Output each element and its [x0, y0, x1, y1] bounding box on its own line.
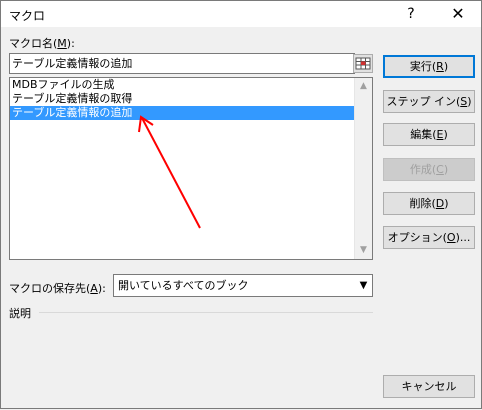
scroll-down-icon[interactable]: ▼ [355, 242, 372, 259]
macros-in-label-mnemonic: A [90, 282, 98, 295]
range-select-icon [355, 57, 371, 70]
collapse-dialog-button[interactable] [353, 54, 373, 73]
run-button-label: 実行( [409, 60, 437, 73]
macros-in-label-prefix: マクロの保存先( [9, 282, 91, 295]
delete-button-mnemonic: D [435, 197, 445, 210]
step-into-button-suffix: ) [467, 95, 472, 108]
macros-in-label-suffix: ): [97, 282, 106, 295]
macro-name-label-prefix: マクロ名( [9, 37, 58, 50]
list-item[interactable]: MDBファイルの生成 [10, 78, 356, 92]
help-button[interactable]: ? [399, 4, 423, 24]
list-scrollbar[interactable]: ▲ ▼ [354, 78, 372, 259]
run-button-mnemonic: R [436, 60, 444, 73]
macros-in-value: 開いているすべてのブック [118, 279, 249, 292]
window-title: マクロ [9, 9, 46, 23]
options-button-label: オプション( [387, 231, 447, 244]
macro-name-input[interactable]: テーブル定義情報の追加 [9, 53, 355, 74]
create-button-suffix: ) [443, 163, 449, 176]
run-button-suffix: ) [443, 60, 449, 73]
chevron-down-icon[interactable]: ▼ [355, 275, 372, 296]
macros-in-dropdown[interactable]: 開いているすべてのブック ▼ [113, 274, 373, 297]
list-item-selected[interactable]: テーブル定義情報の追加 [10, 106, 356, 120]
delete-button-suffix: ) [444, 197, 449, 210]
edit-button-label: 編集( [410, 128, 437, 141]
edit-button-suffix: ) [443, 128, 448, 141]
options-button-suffix: )... [455, 231, 471, 244]
macro-name-label-suffix: ): [66, 37, 75, 50]
step-into-button[interactable]: ステップ イン(S) [383, 90, 475, 113]
macro-name-label: マクロ名(M): [9, 35, 75, 51]
macros-in-label: マクロの保存先(A): [9, 280, 106, 296]
macro-listbox[interactable]: MDBファイルの生成 テーブル定義情報の取得 テーブル定義情報の追加 ▲ ▼ [9, 77, 373, 260]
cancel-button[interactable]: キャンセル [383, 375, 475, 398]
title-bar: マクロ ? ✕ [1, 1, 481, 27]
options-button-mnemonic: O [446, 231, 456, 244]
macro-list: MDBファイルの生成 テーブル定義情報の取得 テーブル定義情報の追加 [10, 78, 356, 120]
create-button[interactable]: 作成(C) [383, 158, 475, 181]
options-button[interactable]: オプション(O)... [383, 226, 475, 249]
macro-dialog: マクロ ? ✕ マクロ名(M): テーブル定義情報の追加 MDBファイルの生成 … [0, 0, 482, 409]
run-button[interactable]: 実行(R) [383, 55, 475, 78]
description-divider [39, 312, 373, 313]
macro-name-label-mnemonic: M [57, 37, 67, 50]
create-button-mnemonic: C [436, 163, 444, 176]
create-button-label: 作成( [409, 163, 437, 176]
scroll-up-icon[interactable]: ▲ [355, 78, 372, 95]
edit-button[interactable]: 編集(E) [383, 123, 475, 146]
close-button[interactable]: ✕ [441, 3, 475, 25]
description-label: 説明 [9, 307, 31, 320]
list-item[interactable]: テーブル定義情報の取得 [10, 92, 356, 106]
delete-button-label: 削除( [409, 197, 436, 210]
delete-button[interactable]: 削除(D) [383, 192, 475, 215]
step-into-button-label: ステップ イン( [386, 95, 461, 108]
